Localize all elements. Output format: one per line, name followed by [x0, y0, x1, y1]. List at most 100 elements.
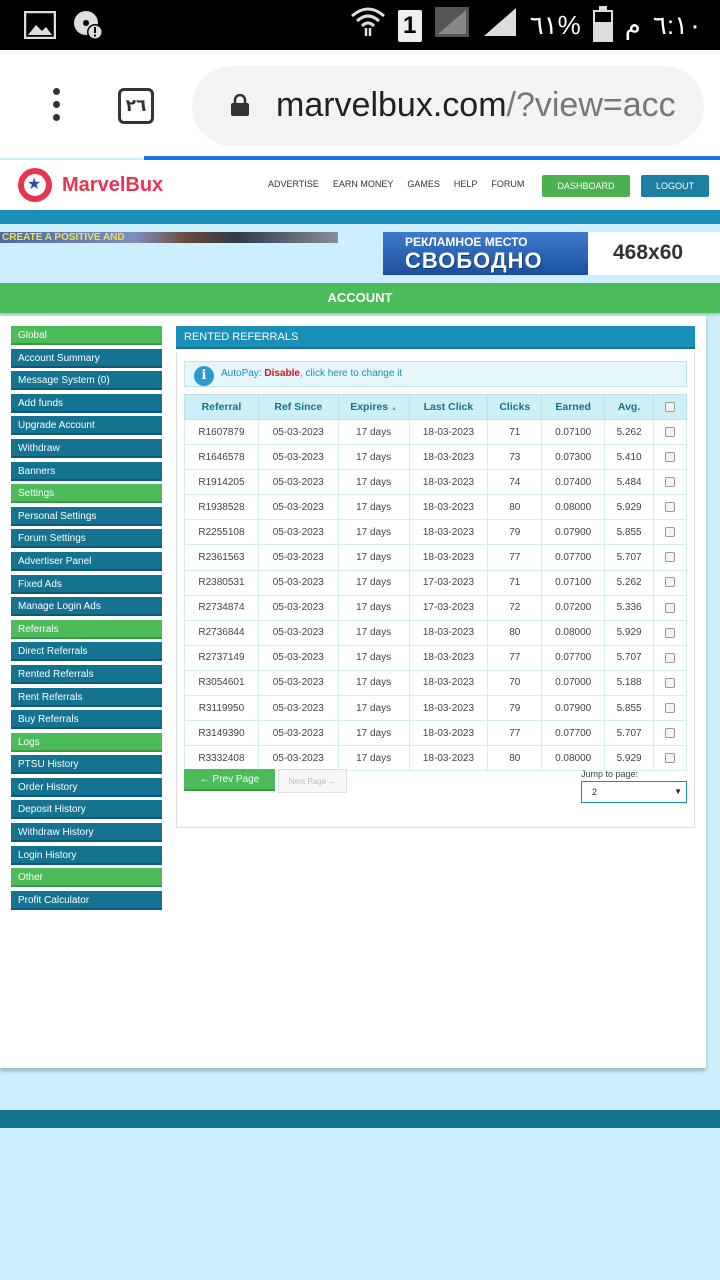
sidebar-item-banners[interactable]: Banners: [11, 461, 162, 481]
jump-page-value: 2: [592, 787, 598, 797]
row-checkbox[interactable]: [665, 452, 676, 462]
select-all-checkbox[interactable]: [665, 402, 676, 413]
sidebar-item-withdraw[interactable]: Withdraw: [11, 438, 162, 458]
sidebar-section-logs[interactable]: Logs: [11, 732, 162, 752]
cell-clicks: 79: [487, 695, 543, 722]
ad-banner-left[interactable]: CREATE A POSITIVE AND: [0, 232, 338, 243]
jump-page-select[interactable]: 2 ▼: [581, 781, 687, 803]
cell-referral: R3149390: [184, 720, 259, 747]
cell-clicks: 77: [487, 644, 543, 671]
sidebar-item-advertiser-panel[interactable]: Advertiser Panel: [11, 551, 162, 571]
nav-advertise[interactable]: ADVERTISE: [268, 179, 319, 189]
row-checkbox[interactable]: [665, 426, 676, 437]
sidebar-item-deposit-history[interactable]: Deposit History: [11, 800, 162, 820]
cell-expires: 17 days: [337, 745, 410, 772]
row-checkbox[interactable]: [665, 627, 676, 638]
cell-select: [653, 594, 687, 621]
cell-ref-since: 05-03-2023: [257, 469, 339, 496]
sidebar-item-order-history[interactable]: Order History: [11, 777, 162, 797]
row-checkbox[interactable]: [665, 527, 676, 538]
sidebar-item-rented-referrals[interactable]: Rented Referrals: [11, 664, 162, 684]
sidebar-item-rent-referrals[interactable]: Rent Referrals: [11, 687, 162, 707]
sidebar-item-withdraw-history[interactable]: Withdraw History: [11, 823, 162, 843]
cell-referral: R2361563: [184, 544, 259, 571]
address-bar[interactable]: marvelbux.com/?view=acc: [192, 66, 704, 146]
sidebar-section-other[interactable]: Other: [11, 868, 162, 888]
cell-select: [653, 519, 687, 546]
cell-last-click: 18-03-2023: [408, 418, 489, 446]
col-last-click[interactable]: Last Click: [408, 394, 489, 420]
browser-menu-icon[interactable]: [50, 88, 62, 128]
cell-avg: 5.262: [604, 418, 655, 446]
row-checkbox[interactable]: [665, 652, 676, 663]
sidebar-item-forum-settings[interactable]: Forum Settings: [11, 529, 162, 549]
table-row: R1914205 05-03-2023 17 days 18-03-2023 74 0.0…: [184, 469, 687, 496]
row-checkbox[interactable]: [665, 702, 676, 713]
cell-avg: 5.855: [604, 519, 655, 546]
col-avg[interactable]: Avg.: [604, 394, 655, 420]
url-host: marvelbux.com: [276, 86, 507, 124]
sidebar-section-referrals[interactable]: Referrals: [11, 619, 162, 639]
page-title: RENTED REFERRALS: [176, 326, 695, 349]
col-clicks[interactable]: Clicks: [487, 394, 543, 420]
nav-help[interactable]: HELP: [454, 179, 478, 189]
sidebar-item-ptsu-history[interactable]: PTSU History: [11, 755, 162, 775]
cell-earned: 0.07400: [541, 469, 606, 496]
table-row: R3149390 05-03-2023 17 days 18-03-2023 77 0.0…: [184, 720, 687, 747]
dashboard-button[interactable]: DASHBOARD: [542, 175, 630, 197]
col-select-all[interactable]: [653, 394, 687, 420]
row-checkbox[interactable]: [665, 577, 676, 588]
cell-earned: 0.08000: [541, 619, 606, 646]
nav-games[interactable]: GAMES: [407, 179, 440, 189]
sidebar-item-profit-calculator[interactable]: Profit Calculator: [11, 890, 162, 910]
sidebar-item-login-history[interactable]: Login History: [11, 845, 162, 865]
sidebar-item-upgrade-account[interactable]: Upgrade Account: [11, 416, 162, 436]
banner-right-line1: РЕКЛАМНОЕ МЕСТО: [405, 235, 528, 249]
cell-select: [653, 444, 687, 471]
sidebar-item-account-summary[interactable]: Account Summary: [11, 348, 162, 368]
status-bar: 1 ٦١% م ٦:١٠: [0, 0, 720, 50]
col-referral[interactable]: Referral: [184, 394, 259, 420]
sidebar-item-manage-login-ads[interactable]: Manage Login Ads: [11, 597, 162, 617]
sidebar-item-personal-settings[interactable]: Personal Settings: [11, 506, 162, 526]
logout-button[interactable]: LOGOUT: [641, 175, 709, 197]
sidebar-item-direct-referrals[interactable]: Direct Referrals: [11, 642, 162, 662]
main-content: RENTED REFERRALS i AutoPay: Disable, cli…: [176, 326, 695, 828]
cell-select: [653, 720, 687, 747]
row-checkbox[interactable]: [665, 502, 676, 513]
col-ref-since[interactable]: Ref Since: [257, 394, 339, 420]
site-logo[interactable]: MarvelBux: [18, 168, 163, 202]
tab-switcher-button[interactable]: ٢٦: [118, 88, 154, 124]
next-page-button[interactable]: Next Page →: [278, 769, 347, 793]
row-checkbox[interactable]: [665, 753, 676, 764]
cell-last-click: 17-03-2023: [408, 569, 489, 596]
cell-expires: 17 days: [337, 669, 410, 697]
row-checkbox[interactable]: [665, 677, 676, 688]
nav-earn-money[interactable]: EARN MONEY: [333, 179, 394, 189]
am-pm: م: [624, 10, 641, 40]
sidebar-item-fixed-ads[interactable]: Fixed Ads: [11, 574, 162, 594]
cell-expires: 17 days: [337, 444, 410, 471]
cell-last-click: 17-03-2023: [408, 594, 489, 621]
sidebar-item-message-system-0[interactable]: Message System (0): [11, 371, 162, 391]
sidebar-section-global[interactable]: Global: [11, 326, 162, 345]
col-expires[interactable]: Expires ▲: [337, 394, 410, 420]
row-checkbox[interactable]: [665, 552, 676, 563]
row-checkbox[interactable]: [665, 602, 676, 613]
clock: ٦:١٠: [652, 10, 702, 40]
sidebar-section-settings[interactable]: Settings: [11, 484, 162, 504]
prev-page-button[interactable]: ← Prev Page: [184, 769, 275, 791]
cell-expires: 17 days: [337, 594, 410, 621]
row-checkbox[interactable]: [665, 728, 676, 739]
cell-select: [653, 695, 687, 722]
cell-avg: 5.336: [604, 594, 655, 621]
sidebar-item-buy-referrals[interactable]: Buy Referrals: [11, 710, 162, 730]
row-checkbox[interactable]: [665, 477, 676, 488]
nav-forum[interactable]: FORUM: [491, 179, 524, 189]
col-earned[interactable]: Earned: [541, 394, 606, 420]
autopay-change-link[interactable]: , click here to change it: [300, 368, 402, 379]
ad-banner-right[interactable]: РЕКЛАМНОЕ МЕСТО СВОБОДНО 468x60: [383, 232, 720, 275]
dropdown-arrow-icon: ▼: [674, 787, 682, 796]
cell-clicks: 71: [487, 569, 543, 596]
sidebar-item-add-funds[interactable]: Add funds: [11, 393, 162, 413]
